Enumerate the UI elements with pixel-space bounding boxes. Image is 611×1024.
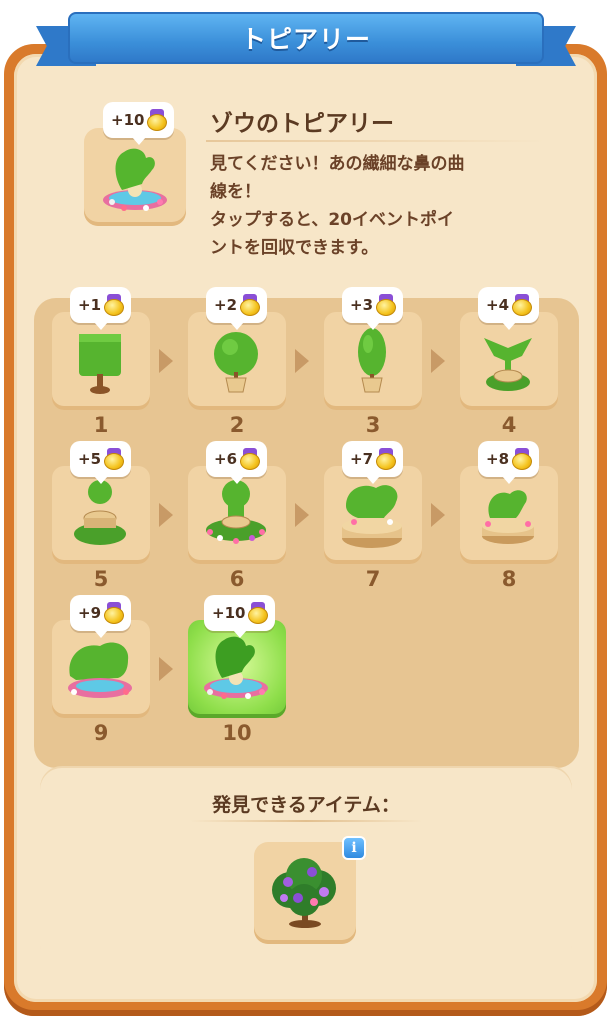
hero-description-line: 見てください！あの繊細な鼻の曲 [210, 154, 465, 174]
event-medal-icon [247, 602, 269, 624]
event-medal-icon [239, 448, 261, 470]
stage-number: 4 [501, 413, 517, 437]
stage-reward-bubble: +9 [70, 595, 132, 638]
findable-divider [190, 820, 422, 822]
chevron-right-icon [295, 503, 309, 527]
hero-description-line: 線を！ [210, 182, 261, 202]
stage-reward-value: +2 [214, 296, 238, 314]
chevron-right-icon [431, 349, 445, 373]
stage-number: 7 [365, 567, 381, 591]
hero-item-name: ゾウのトピアリー [210, 111, 394, 137]
stage-reward-value: +5 [78, 450, 102, 468]
event-medal-icon [146, 109, 168, 131]
stage-number: 1 [93, 413, 109, 437]
chevron-right-icon [295, 349, 309, 373]
stage-reward-bubble: +3 [342, 287, 404, 330]
ribbon-band: トピアリー [68, 12, 544, 64]
stage-number: 8 [501, 567, 517, 591]
findable-items-panel: 発見できるアイテム： i [40, 768, 572, 968]
event-medal-icon [375, 294, 397, 316]
stage-reward-value: +8 [486, 450, 510, 468]
stage-reward-bubble: +6 [206, 441, 268, 484]
event-medal-icon [103, 294, 125, 316]
stage-number: 2 [229, 413, 245, 437]
stage-reward-value: +3 [350, 296, 374, 314]
stage-reward-bubble: +8 [478, 441, 540, 484]
stage-number: 6 [229, 567, 245, 591]
stage-reward-value: +7 [350, 450, 374, 468]
stage-reward-bubble: +7 [342, 441, 404, 484]
findable-items-title: 発見できるアイテム： [212, 794, 400, 816]
stage-reward-bubble: +5 [70, 441, 132, 484]
chevron-right-icon [159, 349, 173, 373]
hero-reward-value: +10 [111, 111, 145, 129]
chevron-right-icon [431, 503, 445, 527]
stage-number: 9 [93, 721, 109, 745]
hero-description-line: ントを回収できます。 [210, 238, 379, 258]
hero-reward-bubble: +10 [103, 102, 175, 145]
stage-reward-bubble: +4 [478, 287, 540, 330]
event-medal-icon [375, 448, 397, 470]
event-medal-icon [103, 602, 125, 624]
page-title: トピアリー [240, 25, 371, 54]
title-ribbon: トピアリー [36, 4, 576, 66]
chevron-right-icon [159, 657, 173, 681]
stage-number: 5 [93, 567, 109, 591]
stage-number: 3 [365, 413, 381, 437]
event-medal-icon [239, 294, 261, 316]
stage-reward-value: +6 [214, 450, 238, 468]
hero-description: 見てください！あの繊細な鼻の曲 線を！ タップすると、20イベントポイ ントを回… [210, 150, 550, 262]
stage-reward-bubble: +10 [204, 595, 276, 638]
stage-reward-value: +1 [78, 296, 102, 314]
event-medal-icon [511, 448, 533, 470]
event-medal-icon [511, 294, 533, 316]
info-icon[interactable]: i [342, 836, 366, 860]
stage-number: 10 [222, 721, 252, 745]
stage-reward-bubble: +1 [70, 287, 132, 330]
stage-reward-bubble: +2 [206, 287, 268, 330]
hero-description-line: タップすると、20イベントポイ [210, 210, 454, 230]
event-medal-icon [103, 448, 125, 470]
findable-item-card[interactable]: i [254, 836, 366, 944]
stage-reward-value: +10 [212, 604, 246, 622]
chevron-right-icon [159, 503, 173, 527]
stage-reward-value: +9 [78, 604, 102, 622]
stage-reward-value: +4 [486, 296, 510, 314]
flowering-bush-icon [272, 858, 336, 928]
hero-divider [206, 140, 546, 142]
